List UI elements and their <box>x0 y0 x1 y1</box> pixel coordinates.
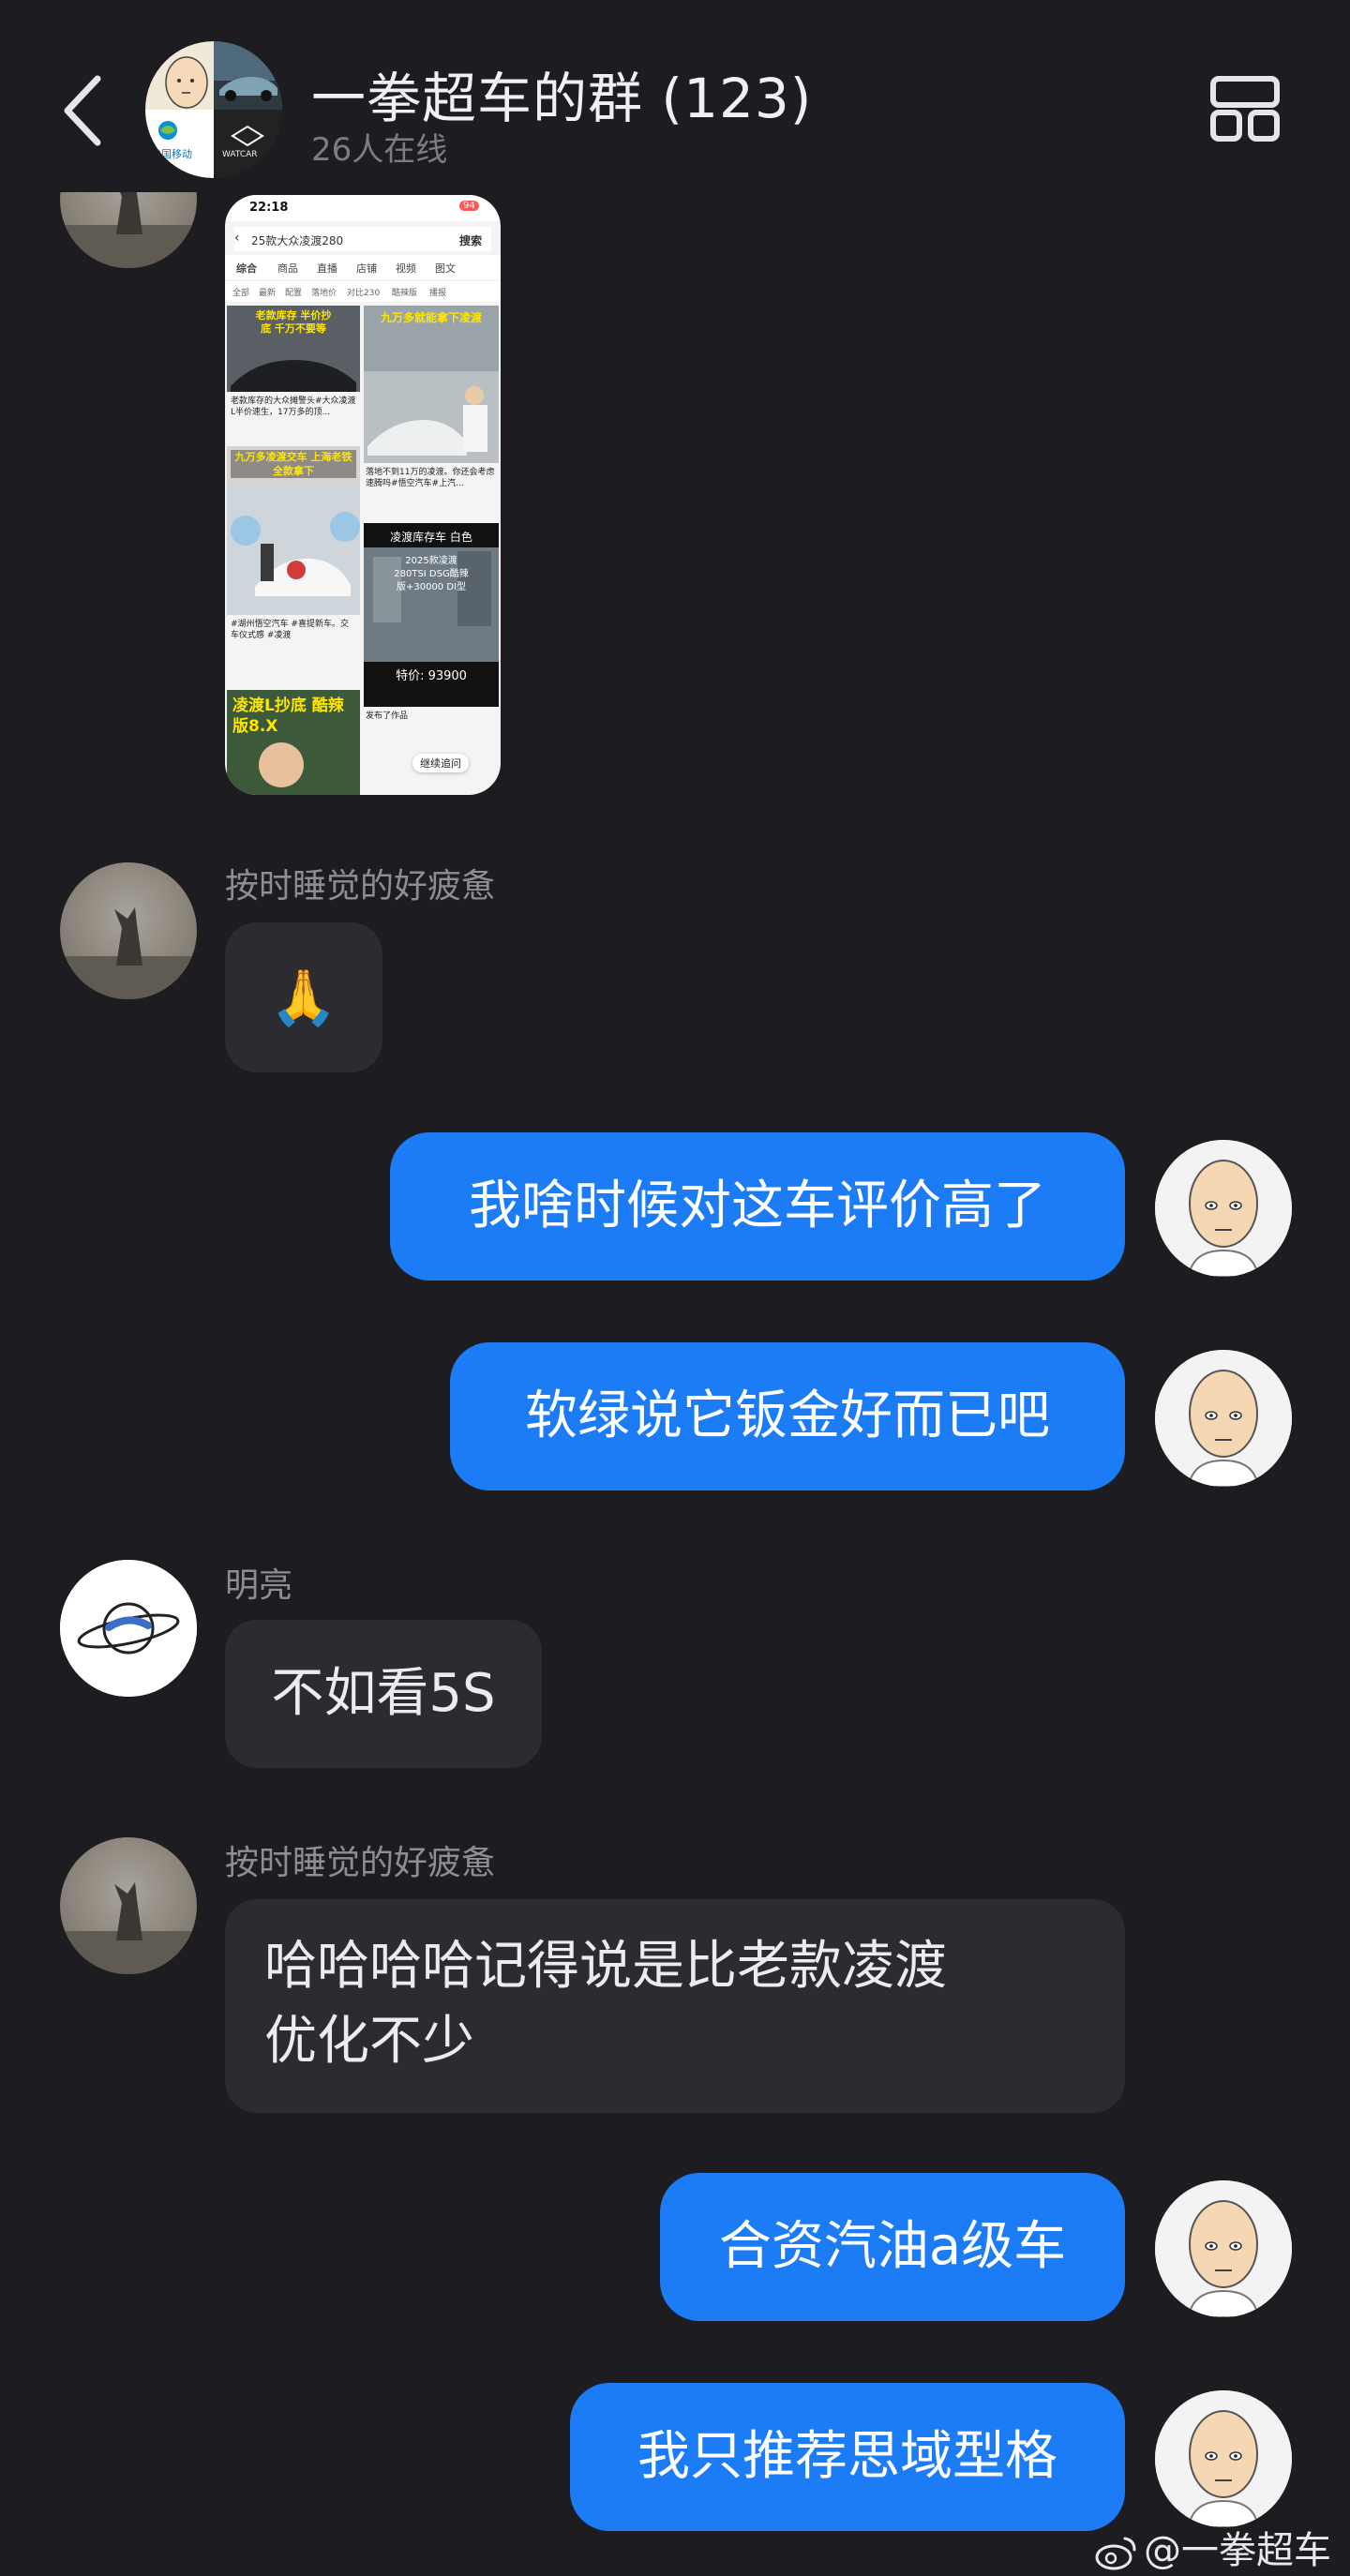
group-avatar-text-2: WATCAR <box>222 150 258 159</box>
screenshot-status-bar: 22:18 94 <box>225 195 501 221</box>
tile-caption: 老款库存的大众摊警头#大众凌渡L半价速生，17万多的顶... <box>231 397 356 417</box>
tile-overlay-line: 版+30000 DI型 <box>396 582 467 592</box>
message-bubble[interactable]: 🙏 <box>225 922 382 1072</box>
message-line: 哈哈哈哈记得说是比老款凌渡 <box>264 1936 947 1997</box>
message-bubble-outgoing[interactable]: 合资汽油a级车 <box>660 2173 1125 2321</box>
screenshot-tab: 商品 <box>278 262 298 275</box>
back-arrow-icon[interactable] <box>58 73 107 148</box>
watermark-text: @一拳超车 <box>1144 2529 1331 2572</box>
sender-name: 按时睡觉的好疲惫 <box>225 867 496 906</box>
chat-header: 中国移动 WATCAR 一拳超车的群 (123) 26人在线 <box>0 0 1350 192</box>
video-tile: 九万多就能拿下凌渡 <box>364 306 499 463</box>
bald-character-avatar-icon <box>1155 1140 1292 1277</box>
person-silhouette-icon <box>60 907 197 999</box>
screenshot-search-button: 搜索 <box>459 234 483 247</box>
screenshot-filter-chips: 全部 最新 配置 落地价 对比230 酷辣版 播报 <box>225 281 501 302</box>
message-bubble-outgoing[interactable]: 我只推荐思域型格 <box>570 2383 1125 2531</box>
person-thumbnail-icon <box>259 742 304 787</box>
sender-avatar[interactable] <box>60 1560 197 1697</box>
video-tile: 凌渡L抄底 酷辣版8.X <box>227 690 360 795</box>
sender-name: 明亮 <box>225 1566 293 1605</box>
sender-name: 按时睡觉的好疲惫 <box>225 1844 496 1882</box>
video-tile: 老款库存 半价抄底 千万不要等 <box>227 306 360 392</box>
group-avatar[interactable]: 中国移动 WATCAR <box>145 41 282 178</box>
bald-character-avatar-icon <box>1155 1350 1292 1487</box>
screenshot-chip: 落地价 <box>311 289 338 298</box>
online-count: 26人在线 <box>311 131 448 169</box>
tile-caption: 落地不到11万的凌渡。你还会考虑速腾吗#悟空汽车#上汽... <box>366 468 495 488</box>
weibo-watermark: @一拳超车 <box>1095 2520 1331 2574</box>
car-photo-quadrant <box>214 41 282 110</box>
screenshot-chip: 配置 <box>285 289 303 298</box>
person-silhouette-icon <box>60 1882 197 1974</box>
tile-overlay-text: 九万多凌渡交车 上海老铁全款拿下 <box>231 450 356 478</box>
continue-ask-chip: 继续追问 <box>412 754 469 772</box>
sender-avatar[interactable] <box>60 1837 197 1974</box>
car-thumbnail-icon <box>231 360 356 392</box>
chat-title[interactable]: 一拳超车的群 (123) <box>311 54 812 133</box>
screenshot-tab: 视频 <box>396 262 416 275</box>
delivery-thumbnail-icon <box>227 484 360 615</box>
tile-overlay-text: 九万多就能拿下凌渡 <box>380 311 482 324</box>
sender-avatar[interactable] <box>60 862 197 999</box>
saitama-avatar-quadrant <box>145 41 214 110</box>
screenshot-tabs: 综合 商品 直播 店铺 视频 图文 <box>225 255 501 279</box>
screenshot-tab: 直播 <box>317 262 338 275</box>
battery-badge: 94 <box>459 201 479 211</box>
screenshot-tab: 店铺 <box>356 262 377 275</box>
tile-caption: #湖州悟空汽车 #喜提新车。交车仪式感 #凌渡 <box>231 620 349 640</box>
group-menu-icon[interactable] <box>1209 73 1281 144</box>
video-tile: 九万多凌渡交车 上海老铁全款拿下 <box>227 446 360 615</box>
screenshot-chip: 酷辣版 <box>392 289 418 298</box>
showroom-thumbnail-icon <box>364 371 499 463</box>
my-avatar[interactable] <box>1155 1140 1292 1277</box>
screenshot-search-query: 25款大众凌渡280 <box>251 234 344 247</box>
screenshot-chip: 播报 <box>429 289 447 298</box>
screenshot-search-bar: ‹ 25款大众凌渡280 搜索 <box>234 227 491 251</box>
screenshot-back-icon: ‹ <box>234 231 240 246</box>
group-avatar-text-1: 中国移动 <box>151 148 192 160</box>
china-mobile-logo-quadrant <box>145 110 214 178</box>
screenshot-tab: 综合 <box>236 262 257 275</box>
tile-overlay-lines: 2025款凌渡 280TSI DSG酷辣 版+30000 DI型 <box>369 555 493 594</box>
shared-screenshot-image[interactable]: 22:18 94 ‹ 25款大众凌渡280 搜索 综合 商品 直播 店铺 视频 … <box>225 195 501 795</box>
watcar-logo-quadrant <box>214 110 282 178</box>
message-bubble-outgoing[interactable]: 我啥时候对这车评价高了 <box>390 1132 1125 1281</box>
tile-price-text: 特价: 93900 <box>396 669 467 683</box>
my-avatar[interactable] <box>1155 2180 1292 2317</box>
message-bubble[interactable]: 不如看5S <box>225 1620 542 1768</box>
screenshot-time: 22:18 <box>249 201 289 215</box>
bald-character-avatar-icon <box>1155 2180 1292 2317</box>
tile-overlay-text: 凌渡L抄底 酷辣版8.X <box>232 696 344 736</box>
message-bubble[interactable]: 哈哈哈哈记得说是比老款凌渡 优化不少 <box>225 1899 1125 2113</box>
bald-character-avatar-icon <box>1155 2390 1292 2527</box>
tile-caption: 发布了作品 <box>366 711 409 721</box>
tile-overlay-line: 280TSI DSG酷辣 <box>394 569 469 579</box>
planet-icon <box>60 1560 197 1697</box>
weibo-logo-icon <box>1095 2537 1136 2570</box>
my-avatar[interactable] <box>1155 2390 1292 2527</box>
message-line: 优化不少 <box>264 2011 474 2072</box>
screenshot-chip: 对比230 <box>347 289 381 298</box>
screenshot-chip: 最新 <box>259 289 277 298</box>
tile-overlay-text: 老款库存 半价抄底 千万不要等 <box>255 309 332 335</box>
video-tile: 凌渡库存车 白色 2025款凌渡 280TSI DSG酷辣 版+30000 DI… <box>364 523 499 707</box>
message-bubble-outgoing[interactable]: 软绿说它钣金好而已吧 <box>450 1342 1125 1490</box>
screenshot-chip: 全部 <box>232 289 250 298</box>
tile-overlay-line: 2025款凌渡 <box>405 556 458 566</box>
tile-header-text: 凌渡库存车 白色 <box>390 531 472 544</box>
my-avatar[interactable] <box>1155 1350 1292 1487</box>
screenshot-tab: 图文 <box>435 262 456 275</box>
